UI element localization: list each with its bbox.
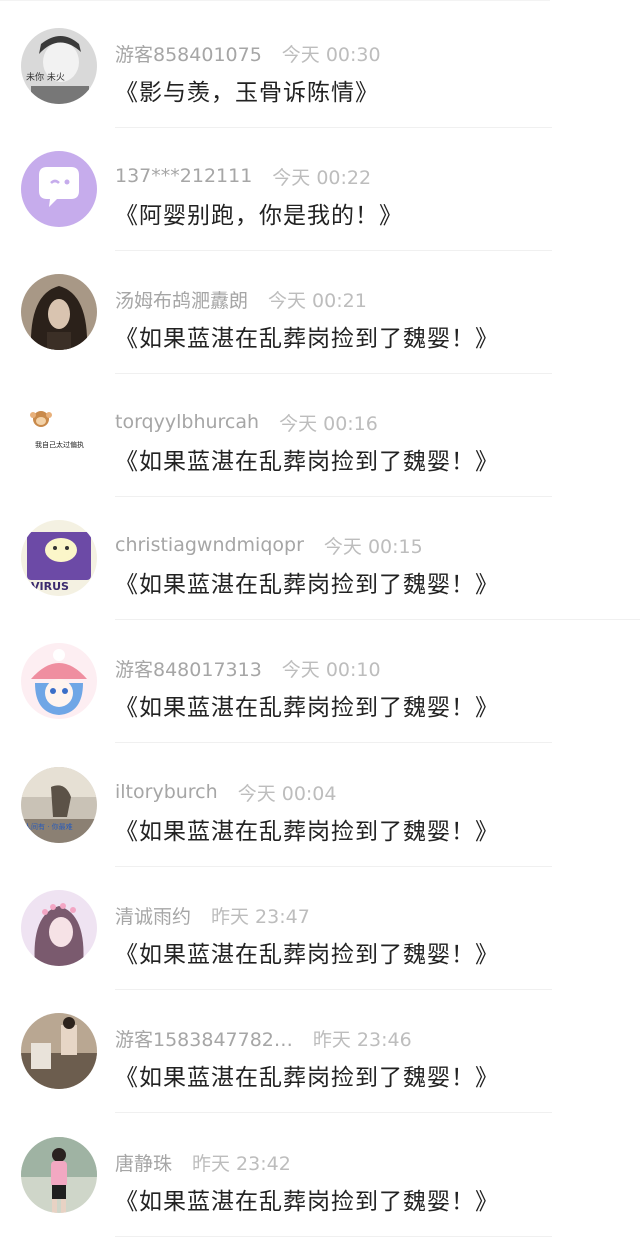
list-item[interactable]: 我自己太过偏执 torqyylbhurcah 今天 00:16 《如果蓝湛在乱葬… bbox=[0, 374, 640, 497]
top-divider bbox=[0, 0, 550, 1]
comment-title[interactable]: 《如果蓝湛在乱葬岗捡到了魏婴！》 bbox=[115, 935, 499, 969]
avatar[interactable] bbox=[21, 890, 97, 966]
comment-username[interactable]: 137***212111 bbox=[115, 165, 252, 187]
comment-title[interactable]: 《如果蓝湛在乱葬岗捡到了魏婴！》 bbox=[115, 565, 499, 599]
comment-time: 今天 00:22 bbox=[272, 166, 372, 189]
list-item[interactable]: 137***212111 今天 00:22 《阿婴别跑，你是我的！》 bbox=[0, 128, 640, 251]
comment-username[interactable]: 游客858401075 bbox=[115, 40, 262, 67]
comment-username[interactable]: torqyylbhurcah bbox=[115, 411, 259, 433]
list-item[interactable]: 游客1583847782… 昨天 23:46 《如果蓝湛在乱葬岗捡到了魏婴！》 bbox=[0, 990, 640, 1113]
comment-username[interactable]: 游客848017313 bbox=[115, 655, 262, 682]
comment-username[interactable]: 清诚雨约 bbox=[115, 902, 191, 929]
comment-username[interactable]: 游客1583847782… bbox=[115, 1025, 293, 1052]
avatar[interactable] bbox=[21, 151, 97, 227]
comment-time: 今天 00:10 bbox=[281, 658, 381, 681]
avatar[interactable] bbox=[21, 274, 97, 350]
comment-title[interactable]: 《如果蓝湛在乱葬岗捡到了魏婴！》 bbox=[115, 1058, 499, 1092]
comment-username[interactable]: 唐静珠 bbox=[115, 1149, 172, 1176]
divider bbox=[115, 742, 552, 743]
avatar-overlay-text: 我自己太过偏执 bbox=[35, 440, 84, 449]
avatar[interactable] bbox=[21, 1013, 97, 1089]
comment-username[interactable]: iltoryburch bbox=[115, 781, 218, 803]
comment-username[interactable]: 汤姆布鸪淝纛朗 bbox=[115, 286, 248, 313]
avatar[interactable]: VIRUS bbox=[21, 520, 97, 596]
comment-time: 今天 00:15 bbox=[323, 535, 423, 558]
list-item[interactable]: 清诚雨约 昨天 23:47 《如果蓝湛在乱葬岗捡到了魏婴！》 bbox=[0, 867, 640, 990]
avatar[interactable]: 人间有 · 你最难 bbox=[21, 767, 97, 843]
comment-title[interactable]: 《如果蓝湛在乱葬岗捡到了魏婴！》 bbox=[115, 812, 499, 846]
comment-time: 今天 00:04 bbox=[237, 782, 337, 805]
comment-time: 昨天 23:42 bbox=[192, 1152, 291, 1175]
list-item[interactable]: VIRUS christiagwndmiqopr 今天 00:15 《如果蓝湛在… bbox=[0, 497, 640, 620]
avatar[interactable] bbox=[21, 1137, 97, 1213]
comment-username[interactable]: christiagwndmiqopr bbox=[115, 534, 304, 556]
avatar-overlay-text: VIRUS bbox=[31, 580, 69, 593]
comment-time: 昨天 23:46 bbox=[312, 1028, 412, 1051]
avatar-overlay-text: 人间有 · 你最难 bbox=[24, 822, 73, 831]
list-item[interactable]: 未你 未火 游客858401075 今天 00:30 《影与羡，玉骨诉陈情》 bbox=[0, 5, 640, 128]
list-item[interactable]: 汤姆布鸪淝纛朗 今天 00:21 《如果蓝湛在乱葬岗捡到了魏婴！》 bbox=[0, 251, 640, 374]
comment-time: 今天 00:21 bbox=[268, 289, 367, 312]
comment-title[interactable]: 《如果蓝湛在乱葬岗捡到了魏婴！》 bbox=[115, 688, 499, 722]
avatar[interactable]: 未你 未火 bbox=[21, 28, 97, 104]
list-item[interactable]: 唐静珠 昨天 23:42 《如果蓝湛在乱葬岗捡到了魏婴！》 bbox=[0, 1114, 640, 1237]
divider bbox=[115, 1112, 552, 1113]
comment-title[interactable]: 《如果蓝湛在乱葬岗捡到了魏婴！》 bbox=[115, 319, 499, 353]
comment-title[interactable]: 《如果蓝湛在乱葬岗捡到了魏婴！》 bbox=[115, 442, 499, 476]
divider bbox=[115, 1236, 552, 1237]
list-item[interactable]: 游客848017313 今天 00:10 《如果蓝湛在乱葬岗捡到了魏婴！》 bbox=[0, 620, 640, 743]
avatar[interactable]: 我自己太过偏执 bbox=[21, 397, 97, 473]
list-item[interactable]: 人间有 · 你最难 iltoryburch 今天 00:04 《如果蓝湛在乱葬岗… bbox=[0, 744, 640, 867]
comment-time: 昨天 23:47 bbox=[211, 905, 310, 928]
comment-time: 今天 00:16 bbox=[279, 412, 378, 435]
comment-title[interactable]: 《影与羡，玉骨诉陈情》 bbox=[115, 73, 379, 107]
avatar[interactable] bbox=[21, 643, 97, 719]
comment-time: 今天 00:30 bbox=[281, 43, 381, 66]
comment-title[interactable]: 《如果蓝湛在乱葬岗捡到了魏婴！》 bbox=[115, 1182, 499, 1216]
comment-title[interactable]: 《阿婴别跑，你是我的！》 bbox=[115, 196, 403, 230]
avatar-overlay-text: 未你 未火 bbox=[26, 71, 65, 83]
